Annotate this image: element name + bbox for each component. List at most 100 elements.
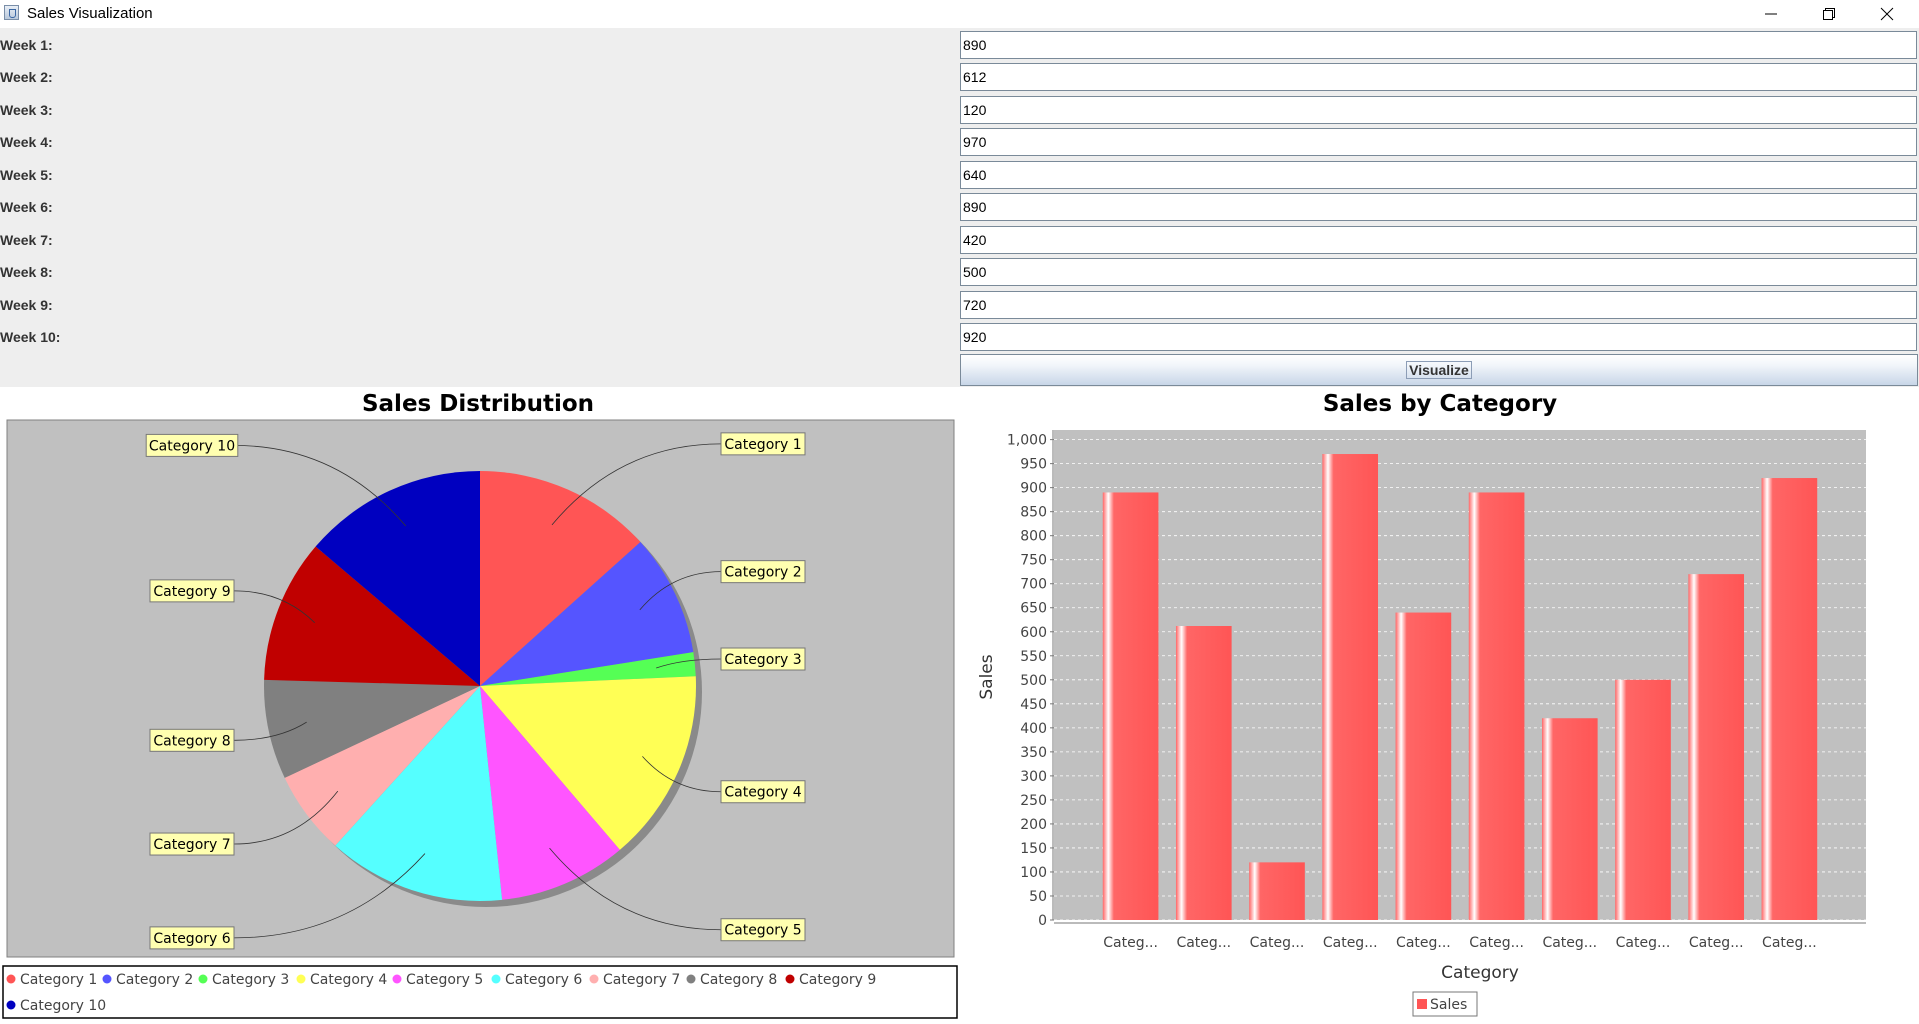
y-tick-label: 100 [1020,865,1047,881]
pie-label-category-9: Category 9 [149,579,235,603]
pie-label-category-1: Category 1 [720,432,806,456]
legend-label: Category 9 [799,972,876,988]
y-tick-label: 200 [1020,817,1047,833]
pie-label-category-3: Category 3 [720,647,806,671]
legend-swatch [589,974,599,984]
week-7-input[interactable] [960,226,1917,254]
y-axis-label: Sales [977,654,997,699]
y-tick-label: 400 [1020,721,1047,737]
pie-label-text: Category 2 [724,565,801,581]
y-tick-label: 250 [1020,793,1047,809]
pie-legend-item: Category 5 [392,972,483,988]
legend-label: Category 10 [20,998,106,1014]
legend-label: Category 3 [212,972,289,988]
window-title: Sales Visualization [27,5,153,22]
pie-legend-item: Category 1 [6,972,97,988]
week-8-input[interactable] [960,258,1917,286]
bar-category-7 [1541,718,1598,920]
x-tick-label: Categ... [1176,935,1231,951]
y-tick-label: 900 [1020,481,1047,497]
week-2-label: Week 2: [0,69,53,85]
pie-label-category-8: Category 8 [149,728,235,752]
legend-label: Category 8 [700,972,777,988]
pie-legend-item: Category 4 [296,972,387,988]
week-2-input[interactable] [960,63,1917,91]
bar-category-5 [1395,612,1452,920]
java-app-icon [4,5,19,20]
y-tick-label: 600 [1020,625,1047,641]
bar-category-8 [1615,679,1671,920]
y-tick-label: 700 [1020,577,1047,593]
bar-category-3 [1249,862,1305,920]
pie-legend-item: Category 9 [785,972,876,988]
bar-chart-title: Sales by Category [1323,391,1557,417]
y-tick-label: 950 [1020,457,1047,473]
restore-button[interactable] [1800,0,1858,28]
y-tick-label: 850 [1020,505,1047,521]
pie-legend-item: Category 2 [102,972,193,988]
title-bar: Sales Visualization [0,0,1919,28]
legend-swatch [392,974,402,984]
week-9-input[interactable] [960,291,1917,319]
week-5-input[interactable] [960,161,1917,189]
visualize-button[interactable]: Visualize [960,354,1918,386]
x-tick-label: Categ... [1616,935,1671,951]
legend-swatch [6,974,16,984]
pie-label-text: Category 8 [153,733,230,749]
legend-label: Sales [1430,997,1467,1013]
bar-category-10 [1761,478,1818,920]
y-tick-label: 300 [1020,769,1047,785]
week-10-input[interactable] [960,323,1917,351]
pie-label-category-7: Category 7 [149,832,235,856]
week-8-label: Week 8: [0,264,53,280]
legend-swatch [686,974,696,984]
pie-chart-title: Sales Distribution [362,391,594,417]
x-axis-label: Category [1441,963,1519,983]
y-tick-label: 350 [1020,745,1047,761]
week-3-label: Week 3: [0,102,53,118]
week-3-input[interactable] [960,96,1917,124]
pie-legend-item: Category 7 [589,972,680,988]
legend-label: Category 2 [116,972,193,988]
week-4-input[interactable] [960,128,1917,156]
bar-chart-panel: Sales by Category 0 50 100 150 200 250 300 350 4… [960,387,1919,1020]
x-tick-label: Categ... [1469,935,1524,951]
pie-label-text: Category 4 [724,785,801,801]
x-tick-label: Categ... [1542,935,1597,951]
y-tick-label: 750 [1020,553,1047,569]
pie-chart: Sales Distribution Category 1 Category 2 C… [2,391,958,1019]
y-tick-label: 650 [1020,601,1047,617]
bar-category-6 [1468,492,1525,920]
legend-label: Category 1 [20,972,97,988]
close-icon [1880,7,1894,21]
bar-category-9 [1688,574,1745,920]
x-tick-label: Categ... [1250,935,1305,951]
pie-label-text: Category 1 [724,437,801,453]
pie-label-text: Category 5 [724,923,801,939]
week-9-label: Week 9: [0,297,53,313]
week-6-input[interactable] [960,193,1917,221]
legend-swatch [1417,999,1427,1009]
week-1-label: Week 1: [0,37,53,53]
pie-label-text: Category 7 [153,837,230,853]
legend-label: Category 5 [406,972,483,988]
bar-category-4 [1322,454,1379,920]
pie-label-category-5: Category 5 [720,918,806,942]
bar-category-2 [1175,626,1232,920]
legend-swatch [296,974,306,984]
week-1-input[interactable] [960,31,1917,59]
pie-chart-panel: Sales Distribution Category 1 Category 2 C… [0,387,960,1020]
x-tick-label: Categ... [1762,935,1817,951]
close-button[interactable] [1858,0,1916,28]
bar-plot-area [1054,430,1866,920]
pie-label-category-2: Category 2 [720,560,806,584]
y-tick-label: 0 [1038,913,1047,929]
legend-label: Category 7 [603,972,680,988]
minimize-button[interactable] [1742,0,1800,28]
input-form: Week 1: Week 2: Week 3: Week 4: Week 5: … [0,28,1919,387]
pie-label-category-4: Category 4 [720,780,806,804]
y-tick-label: 550 [1020,649,1047,665]
legend-swatch [785,974,795,984]
pie-legend-item: Category 3 [198,972,289,988]
x-tick-label: Categ... [1103,935,1158,951]
